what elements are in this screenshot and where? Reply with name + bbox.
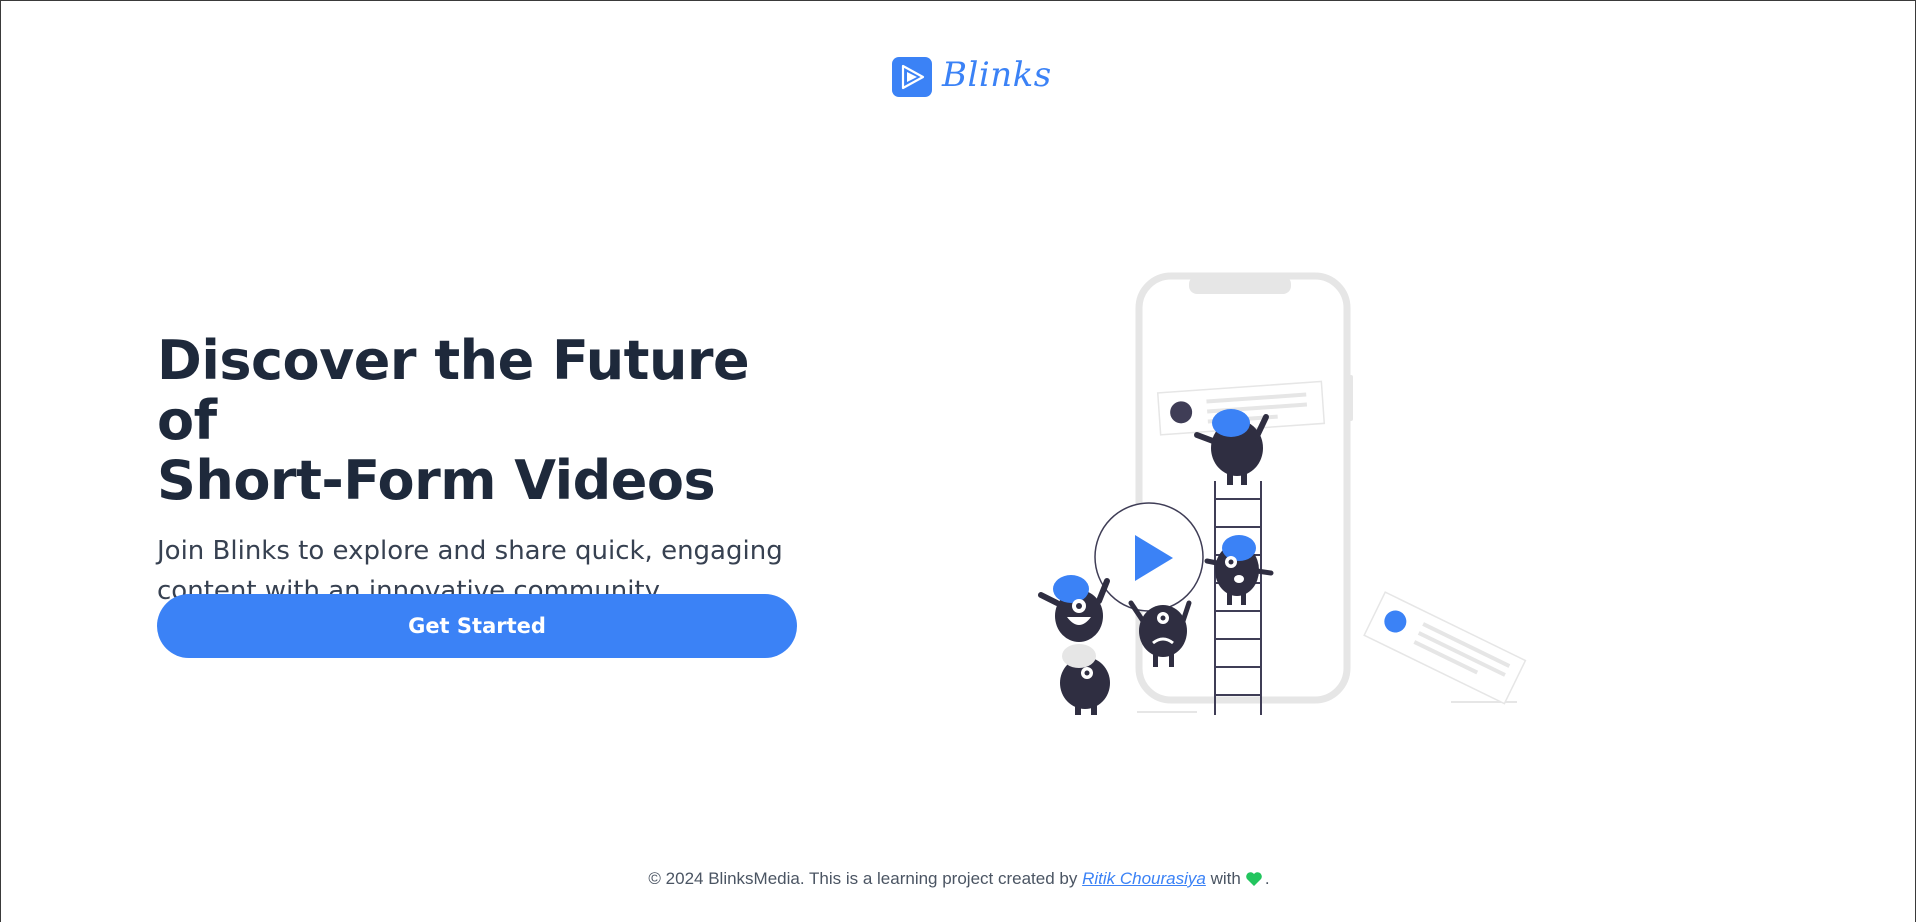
footer-with: with bbox=[1210, 869, 1241, 888]
play-icon bbox=[892, 57, 932, 97]
hero-title-line-2: Short-Form Videos bbox=[157, 449, 716, 512]
hero-section: Discover the Future of Short-Form Videos… bbox=[157, 331, 817, 611]
monster-top-left bbox=[1038, 575, 1110, 642]
brand-name: Blinks bbox=[942, 55, 1052, 95]
page: Blinks Discover the Future of Short-Form… bbox=[0, 0, 1916, 922]
author-link[interactable]: Ritik Chourasiya bbox=[1082, 869, 1206, 888]
footer: © 2024 BlinksMedia. This is a learning p… bbox=[1, 869, 1916, 892]
comment-card-bottom bbox=[1363, 591, 1527, 705]
play-icon bbox=[1094, 502, 1204, 612]
footer-suffix: . bbox=[1264, 869, 1270, 888]
phone-side-button bbox=[1347, 375, 1353, 421]
monster-bottom-left bbox=[1060, 644, 1110, 715]
footer-copyright: © 2024 BlinksMedia. This is a learning p… bbox=[648, 869, 1078, 888]
hero-illustration bbox=[1038, 272, 1527, 715]
hero-title: Discover the Future of Short-Form Videos bbox=[157, 331, 817, 511]
phone-notch bbox=[1189, 276, 1291, 294]
brand-logo[interactable]: Blinks bbox=[892, 57, 1052, 97]
hero-title-line-1: Discover the Future of bbox=[157, 329, 750, 452]
hero-subtitle-line-1: Join Blinks to explore and share quick, … bbox=[157, 536, 783, 566]
get-started-button[interactable]: Get Started bbox=[157, 594, 797, 658]
heart-icon bbox=[1245, 871, 1263, 892]
